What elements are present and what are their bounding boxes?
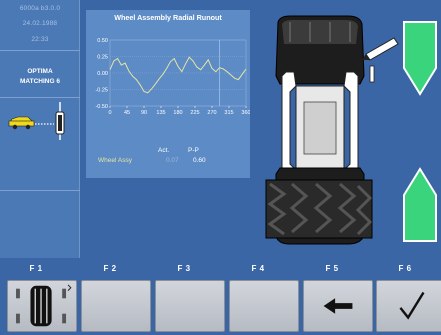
softkey-label-f5: F 5 bbox=[325, 264, 339, 273]
softkey-f3[interactable] bbox=[155, 280, 225, 332]
machine-version: 6000a b3.0.0 bbox=[19, 5, 61, 12]
x-tick-label: 270 bbox=[207, 110, 216, 116]
tire-icon bbox=[16, 284, 72, 327]
legend-series-name: Wheel Assy bbox=[98, 157, 132, 164]
x-tick-label: 225 bbox=[190, 110, 199, 116]
time-text: 22:33 bbox=[31, 36, 49, 43]
legend-col-act: Act. bbox=[158, 147, 170, 154]
softkey-label-f2: F 2 bbox=[103, 264, 117, 273]
x-tick-label: 135 bbox=[156, 110, 165, 116]
runout-series-line bbox=[109, 56, 247, 94]
softkey-f2[interactable] bbox=[81, 280, 151, 332]
arrow-up-icon bbox=[403, 167, 437, 242]
x-tick-label: 0 bbox=[108, 110, 111, 116]
softkey-label-f1: F 1 bbox=[29, 264, 43, 273]
program-subtitle: MATCHING 6 bbox=[20, 78, 60, 85]
softkey-f1[interactable] bbox=[7, 280, 77, 332]
x-tick-label: 315 bbox=[224, 110, 233, 116]
x-tick-label: 45 bbox=[124, 110, 130, 116]
softkey-label-f4: F 4 bbox=[251, 264, 265, 273]
x-tick-label: 90 bbox=[141, 110, 147, 116]
date-text: 24.02.1988 bbox=[22, 20, 58, 27]
wheel-cross-section-icon bbox=[265, 15, 399, 245]
program-title: OPTIMA bbox=[27, 68, 53, 75]
y-tick-label: 0.50 bbox=[97, 38, 108, 44]
legend-act-value: 0.07 bbox=[166, 157, 179, 164]
legend-col-pp: P-P bbox=[188, 147, 199, 154]
softkey-label-f6: F 6 bbox=[398, 264, 412, 273]
softkey-f6[interactable] bbox=[376, 280, 441, 332]
car-wheel-icon bbox=[8, 102, 65, 140]
y-tick-label: -0.50 bbox=[95, 104, 108, 110]
softkey-label-f3: F 3 bbox=[177, 264, 191, 273]
legend-pp-value: 0.60 bbox=[193, 157, 206, 164]
x-tick-label: 360 bbox=[241, 110, 250, 116]
softkey-f4[interactable] bbox=[229, 280, 299, 332]
y-tick-label: 0.00 bbox=[97, 71, 108, 77]
y-tick-label: 0.25 bbox=[97, 55, 108, 61]
softkey-f5[interactable] bbox=[303, 280, 373, 332]
runout-chart-panel: Wheel Assembly Radial Runout 0.50 0.25 0.0… bbox=[86, 10, 250, 178]
y-tick-label: -0.25 bbox=[95, 88, 108, 94]
status-panel: 6000a b3.0.0 24.02.1988 22:33 OPTIMA MAT… bbox=[0, 0, 80, 258]
check-icon bbox=[399, 291, 425, 320]
arrow-down-icon bbox=[403, 21, 437, 96]
arrow-left-icon bbox=[323, 298, 353, 314]
x-tick-label: 180 bbox=[173, 110, 182, 116]
